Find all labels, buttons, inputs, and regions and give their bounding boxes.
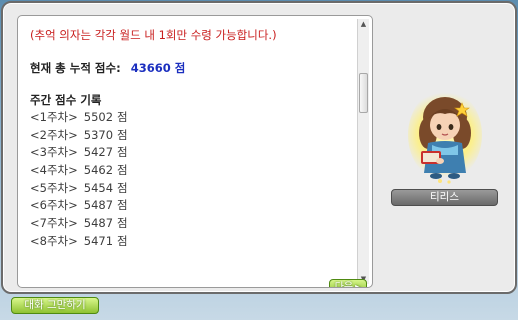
weekly-record-row: <7주차> 5487 점 xyxy=(30,215,352,233)
week-score-unit: 점 xyxy=(117,110,128,124)
dialog-text-content: (추억 의자는 각각 월드 내 1회만 수령 가능합니다.) 현재 총 누적 점… xyxy=(30,22,352,251)
npc-dialog-window: (추억 의자는 각각 월드 내 1회만 수령 가능합니다.) 현재 총 누적 점… xyxy=(1,1,517,294)
scroll-up-arrow-icon[interactable]: ▲ xyxy=(358,19,369,29)
scroll-thumb[interactable] xyxy=(359,73,368,113)
week-label: <5주차> xyxy=(30,180,78,195)
next-arrow-icon: ▶ xyxy=(355,283,362,288)
week-label: <4주차> xyxy=(30,163,78,178)
npc-name: 티리스 xyxy=(430,191,459,203)
next-button-label: 다음 xyxy=(334,282,354,288)
weekly-records-title: 주간 점수 기록 xyxy=(30,93,102,107)
week-score-unit: 점 xyxy=(117,198,128,213)
dialog-scrollbar[interactable]: ▲ ▼ xyxy=(357,19,369,284)
week-label: <1주차> xyxy=(30,110,78,124)
week-score-unit: 점 xyxy=(117,163,128,178)
week-score: 5454 xyxy=(83,180,114,195)
npc-name-plate: 티리스 xyxy=(391,189,498,206)
weekly-record-row: <4주차> 5462 점 xyxy=(30,162,352,180)
week-score: 5427 xyxy=(83,145,114,160)
week-score-unit: 점 xyxy=(117,180,128,195)
weekly-record-row: <8주차> 5471 점 xyxy=(30,233,352,251)
week-score: 5462 xyxy=(83,163,114,178)
week-label: <6주차> xyxy=(30,198,78,213)
week-score-unit: 점 xyxy=(117,233,128,248)
week-score-unit: 점 xyxy=(117,145,128,160)
weekly-record-row: <3주차> 5427 점 xyxy=(30,144,352,162)
week-score: 5502 xyxy=(83,110,114,124)
end-chat-button[interactable]: 대화 그만하기 xyxy=(11,297,99,314)
weekly-record-row: <2주차> 5370 점 xyxy=(30,127,352,145)
total-score-label: 현재 총 누적 점수: xyxy=(30,61,121,75)
dialog-text-panel: (추억 의자는 각각 월드 내 1회만 수령 가능합니다.) 현재 총 누적 점… xyxy=(17,15,373,288)
notice-text: (추억 의자는 각각 월드 내 1회만 수령 가능합니다.) xyxy=(30,28,277,42)
weekly-record-row: <1주차> 5502 점 xyxy=(30,109,352,127)
week-label: <2주차> xyxy=(30,127,78,142)
week-label: <3주차> xyxy=(30,145,78,160)
weekly-record-row: <5주차> 5454 점 xyxy=(30,180,352,198)
weekly-record-row: <6주차> 5487 점 xyxy=(30,197,352,215)
week-score-unit: 점 xyxy=(117,216,128,231)
npc-character-icon xyxy=(419,97,471,184)
total-score-line: 현재 총 누적 점수: 43660 점 xyxy=(30,59,352,77)
next-button[interactable]: 다음 ▶ xyxy=(329,279,367,288)
week-score: 5487 xyxy=(83,198,114,213)
week-score-unit: 점 xyxy=(117,127,128,142)
week-score: 5370 xyxy=(83,127,114,142)
total-score-value: 43660 점 xyxy=(130,61,186,75)
week-score: 5487 xyxy=(83,216,114,231)
week-label: <8주차> xyxy=(30,233,78,248)
end-chat-label: 대화 그만하기 xyxy=(24,299,86,311)
npc-portrait xyxy=(388,81,503,191)
week-score: 5471 xyxy=(83,233,114,248)
week-label: <7주차> xyxy=(30,216,78,231)
